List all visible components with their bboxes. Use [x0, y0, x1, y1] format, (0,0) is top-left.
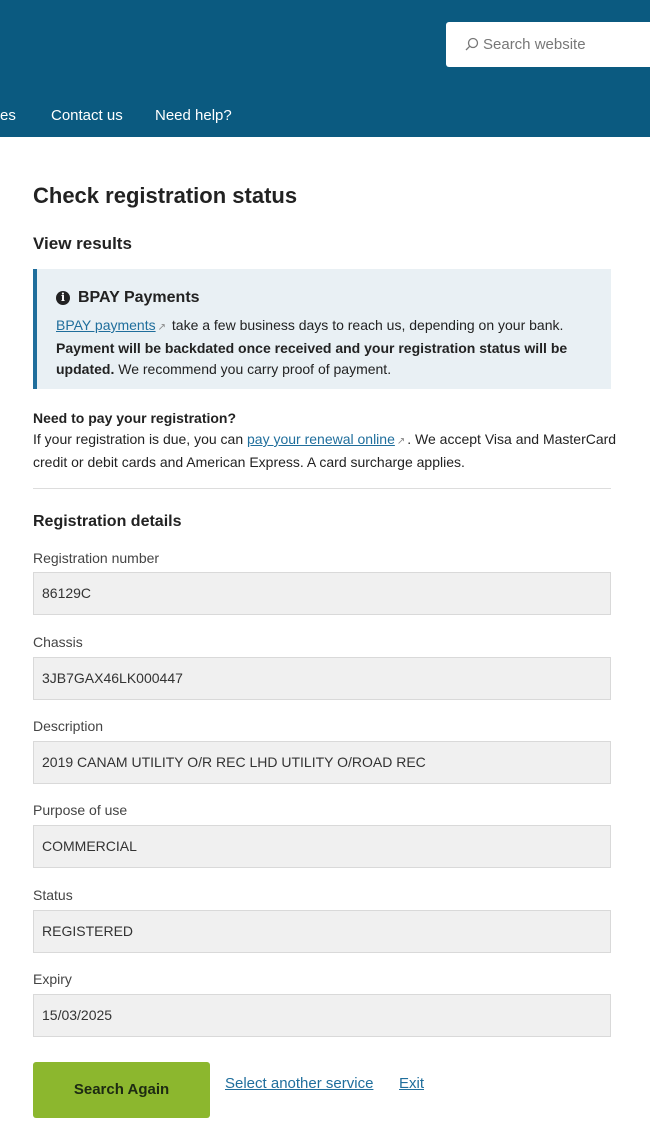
- divider: [33, 488, 611, 489]
- field-label-purpose: Purpose of use: [33, 802, 128, 818]
- search-icon: [465, 37, 479, 51]
- pay-text: If your registration is due, you can: [33, 431, 244, 447]
- notice-text: take a few business days to reach us, de…: [171, 317, 564, 333]
- select-another-service-link[interactable]: Select another service: [225, 1075, 373, 1092]
- field-expiry: 15/03/2025: [33, 994, 611, 1037]
- section-title: View results: [33, 234, 132, 253]
- field-label-chassis: Chassis: [33, 634, 83, 650]
- notice-title: i BPAY Payments: [56, 289, 200, 307]
- notice-text-2: We recommend you carry proof of payment.: [118, 361, 392, 377]
- external-link-icon: ↗: [396, 436, 406, 447]
- field-status: REGISTERED: [33, 910, 611, 953]
- field-description: 2019 CANAM UTILITY O/R REC LHD UTILITY O…: [33, 741, 611, 784]
- nav-item-partial[interactable]: es: [0, 107, 16, 124]
- exit-link[interactable]: Exit: [399, 1075, 424, 1092]
- bpay-payments-link[interactable]: BPAY payments: [56, 317, 156, 333]
- field-purpose: COMMERCIAL: [33, 825, 611, 868]
- nav-item-help[interactable]: Need help?: [155, 107, 232, 124]
- pay-renewal-link[interactable]: pay your renewal online: [247, 431, 395, 447]
- field-registration-number: 86129C: [33, 572, 611, 615]
- field-label-description: Description: [33, 718, 104, 734]
- site-header: Search website es Contact us Need help?: [0, 0, 650, 137]
- external-link-icon: ↗: [157, 322, 166, 333]
- bpay-notice: i BPAY Payments BPAY payments ↗ take a few…: [33, 269, 611, 389]
- page-title: Check registration status: [33, 183, 298, 208]
- field-label-expiry: Expiry: [33, 971, 72, 987]
- nav-item-contact[interactable]: Contact us: [51, 107, 123, 124]
- search-input[interactable]: Search website: [446, 22, 650, 67]
- info-icon: i: [56, 291, 70, 305]
- field-label-status: Status: [33, 887, 73, 903]
- field-chassis: 3JB7GAX46LK000447: [33, 657, 611, 700]
- notice-body: BPAY payments ↗ take a few business days …: [56, 315, 611, 380]
- search-again-button[interactable]: Search Again: [33, 1062, 210, 1118]
- notice-title-text: BPAY Payments: [78, 289, 200, 306]
- pay-registration-info: Need to pay your registration? If your r…: [33, 408, 623, 473]
- details-title: Registration details: [33, 513, 182, 530]
- pay-question: Need to pay your registration?: [33, 410, 237, 426]
- search-placeholder: Search website: [483, 36, 586, 53]
- field-label-registration-number: Registration number: [33, 550, 160, 566]
